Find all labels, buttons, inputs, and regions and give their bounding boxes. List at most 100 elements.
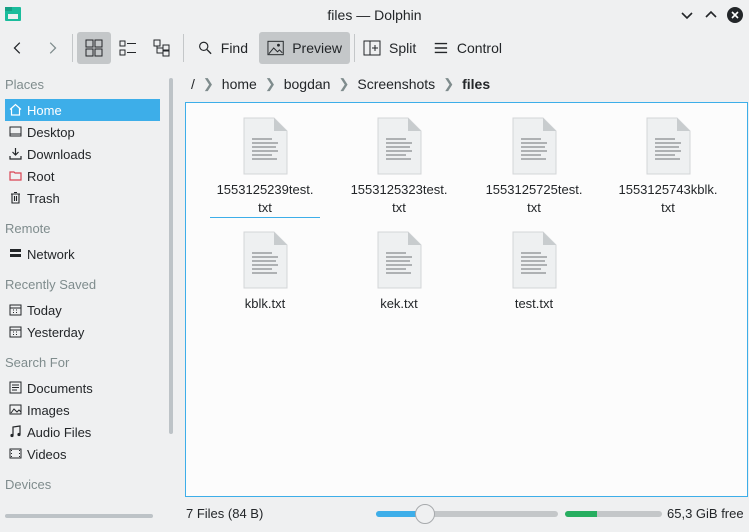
hamburger-menu-icon <box>434 42 448 54</box>
calendar-icon <box>9 326 22 338</box>
sidebar-item-label: Audio Files <box>27 424 92 440</box>
file-item[interactable]: test.txt <box>479 231 589 313</box>
file-name: 1553125323test. txt <box>350 182 448 215</box>
toolbar: Find Preview Split Control <box>0 30 749 68</box>
zoom-slider-handle[interactable] <box>415 504 435 524</box>
breadcrumb-files[interactable]: files <box>456 76 496 92</box>
text-file-icon <box>512 231 557 289</box>
disk-space-bar <box>565 511 662 517</box>
sidebar-item-downloads[interactable]: Downloads <box>5 143 160 165</box>
control-label: Control <box>456 40 502 56</box>
close-icon[interactable] <box>726 6 744 24</box>
chevron-right-icon: ❯ <box>202 76 214 91</box>
window-title: files — Dolphin <box>327 7 422 23</box>
sidebar-item-label: Yesterday <box>27 324 85 340</box>
details-view-button[interactable] <box>145 32 179 64</box>
preview-label: Preview <box>292 40 342 56</box>
sidebar-item-label: Trash <box>27 190 60 206</box>
root-folder-icon <box>9 171 22 181</box>
sidebar-item-yesterday[interactable]: Yesterday <box>5 321 160 343</box>
chevron-right-icon: ❯ <box>264 76 276 91</box>
chevron-right-icon <box>49 42 57 54</box>
download-icon <box>9 148 22 160</box>
sidebar-item-label: Videos <box>27 446 67 462</box>
sidebar-item-images[interactable]: Images <box>5 399 160 421</box>
section-places: Places <box>5 77 45 92</box>
breadcrumb-home[interactable]: home <box>216 76 263 92</box>
text-file-icon <box>646 117 691 175</box>
split-view-icon <box>363 40 381 56</box>
places-panel: Places Home Desktop Downloads Root Trash… <box>0 70 172 502</box>
file-item[interactable]: 1553125743kblk. txt <box>613 117 723 217</box>
breadcrumb-bogdan[interactable]: bogdan <box>278 76 337 92</box>
document-icon <box>9 381 22 394</box>
compact-view-icon <box>119 40 136 56</box>
sidebar-item-label: Root <box>27 168 55 184</box>
breadcrumb: / ❯ home ❯ bogdan ❯ Screenshots ❯ files <box>185 70 496 98</box>
file-name: kblk.txt <box>244 296 286 311</box>
home-icon <box>9 103 22 116</box>
section-recently-saved: Recently Saved <box>5 277 97 292</box>
split-button[interactable]: Split <box>355 32 425 64</box>
file-view[interactable]: 1553125239test. txt 1553125323test. txt 15… <box>185 102 748 497</box>
sidebar-item-home[interactable]: Home <box>5 99 160 121</box>
sidebar-item-audio-files[interactable]: Audio Files <box>5 421 160 443</box>
sidebar-scrollbar[interactable] <box>169 78 173 434</box>
preview-button[interactable]: Preview <box>259 32 350 64</box>
sidebar-item-label: Downloads <box>27 146 92 162</box>
sidebar-item-network[interactable]: Network <box>5 243 160 265</box>
file-name: 1553125743kblk. txt <box>618 182 718 215</box>
calendar-icon <box>9 304 22 316</box>
text-file-icon <box>377 231 422 289</box>
file-item[interactable]: 1553125239test. txt <box>210 117 320 218</box>
sidebar-item-videos[interactable]: Videos <box>5 443 160 465</box>
file-item[interactable]: 1553125323test. txt <box>344 117 454 217</box>
file-item[interactable]: kek.txt <box>344 231 454 313</box>
sidebar-item-today[interactable]: Today <box>5 299 160 321</box>
text-file-icon <box>243 231 288 289</box>
section-search-for: Search For <box>5 355 70 370</box>
image-icon <box>267 40 284 56</box>
sidebar-item-label: Documents <box>27 380 93 396</box>
split-label: Split <box>389 40 417 56</box>
text-file-icon <box>377 117 422 175</box>
file-name: 1553125725test. txt <box>485 182 583 215</box>
sidebar-horizontal-scrollbar[interactable] <box>5 514 153 518</box>
control-button[interactable]: Control <box>425 32 510 64</box>
file-item[interactable]: 1553125725test. txt <box>479 117 589 217</box>
details-view-icon <box>153 39 170 57</box>
sidebar-item-trash[interactable]: Trash <box>5 187 160 209</box>
breadcrumb-root[interactable]: / <box>185 76 201 92</box>
file-item[interactable]: kblk.txt <box>210 231 320 313</box>
sidebar-item-label: Desktop <box>27 124 75 140</box>
search-icon <box>199 41 212 55</box>
sidebar-item-desktop[interactable]: Desktop <box>5 121 160 143</box>
minimize-icon[interactable] <box>678 6 696 24</box>
music-icon <box>10 425 21 438</box>
find-button[interactable]: Find <box>190 32 256 64</box>
file-name: kek.txt <box>380 296 418 311</box>
free-space-label: 65,3 GiB free <box>667 506 744 521</box>
sidebar-item-label: Today <box>27 302 62 318</box>
sidebar-item-label: Network <box>27 246 75 262</box>
trash-icon <box>11 191 20 204</box>
network-icon <box>10 249 21 257</box>
icons-view-icon <box>85 39 103 57</box>
section-devices: Devices <box>5 477 52 492</box>
text-file-icon <box>243 117 288 175</box>
sidebar-item-root[interactable]: Root <box>5 165 160 187</box>
icons-view-button[interactable] <box>77 32 111 64</box>
maximize-icon[interactable] <box>702 6 720 24</box>
breadcrumb-screenshots[interactable]: Screenshots <box>351 76 441 92</box>
toolbar-separator <box>183 34 184 62</box>
status-summary: 7 Files (84 B) <box>186 506 264 521</box>
forward-button[interactable] <box>36 32 68 64</box>
compact-view-button[interactable] <box>111 32 145 64</box>
sidebar-item-documents[interactable]: Documents <box>5 377 160 399</box>
chevron-right-icon: ❯ <box>443 76 455 91</box>
file-name: 1553125239test. txt <box>210 181 320 218</box>
sidebar-item-label: Home <box>27 102 62 118</box>
chevron-right-icon: ❯ <box>338 76 350 91</box>
text-file-icon <box>512 117 557 175</box>
back-button[interactable] <box>2 32 34 64</box>
